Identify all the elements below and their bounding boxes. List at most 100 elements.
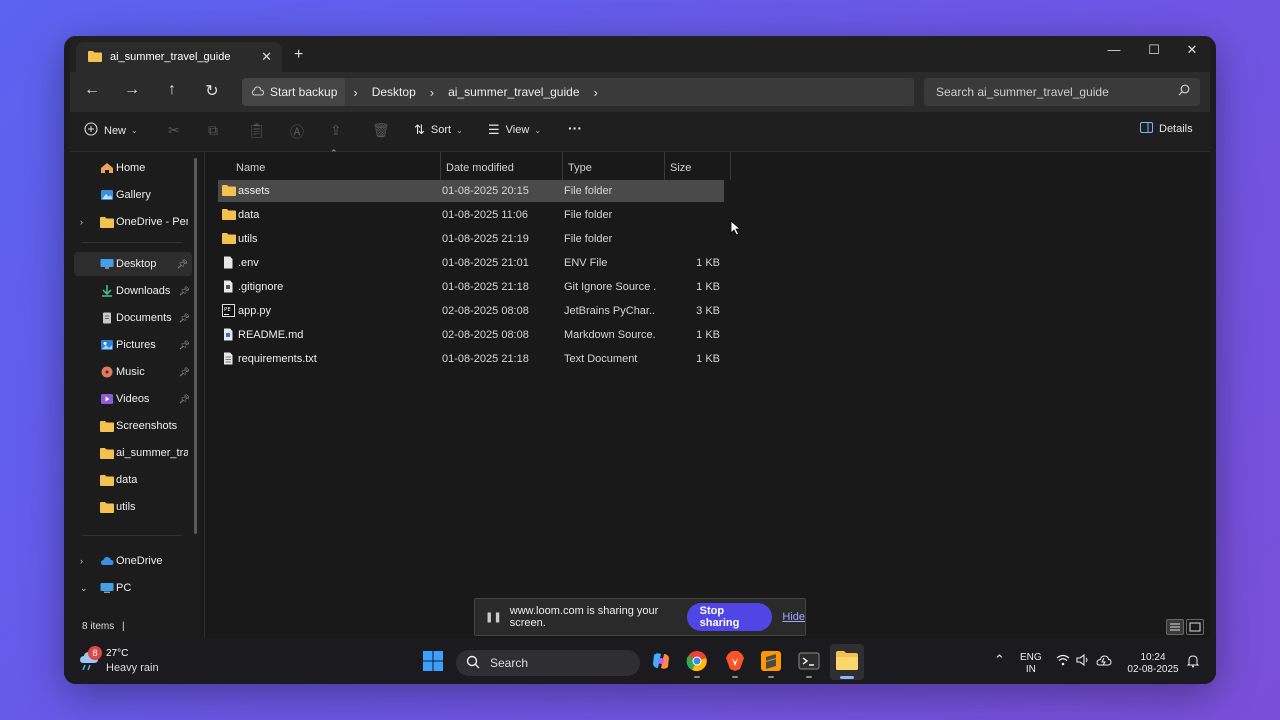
minimize-button[interactable]: —: [1104, 42, 1124, 57]
table-row[interactable]: assets 01-08-2025 20:15 File folder: [218, 180, 724, 202]
details-button[interactable]: Details: [1140, 122, 1193, 136]
sidebar-item-gallery[interactable]: Gallery: [70, 183, 194, 207]
new-tab-button[interactable]: +: [294, 46, 303, 64]
up-arrow-icon[interactable]: ↑: [160, 81, 184, 99]
chevron-right-icon[interactable]: ›: [80, 556, 83, 566]
column-header-date[interactable]: Date modified: [446, 156, 514, 180]
paste-icon[interactable]: 📋︎: [248, 122, 266, 139]
file-type: File folder: [564, 185, 613, 197]
running-indicator: [768, 676, 774, 678]
folder-icon: [222, 184, 236, 199]
chrome-app-icon[interactable]: [686, 650, 708, 678]
start-backup-button[interactable]: Start backup: [242, 78, 346, 106]
maximize-button[interactable]: ☐: [1144, 42, 1164, 58]
sidebar-item-music[interactable]: Music 📌︎: [70, 360, 194, 384]
volume-icon[interactable]: [1076, 653, 1090, 670]
rename-icon[interactable]: Ⓐ: [290, 122, 304, 142]
tab-close-icon[interactable]: ✕: [261, 49, 272, 65]
forward-arrow-icon[interactable]: →: [120, 81, 144, 99]
notification-bell-icon[interactable]: [1186, 654, 1200, 672]
sidebar-item-pictures[interactable]: Pictures 📌︎: [70, 333, 194, 357]
back-arrow-icon[interactable]: ←: [80, 81, 104, 99]
cut-icon[interactable]: ✂: [168, 122, 180, 139]
hide-banner-link[interactable]: Hide: [782, 611, 805, 623]
details-view-icon[interactable]: [1166, 619, 1184, 635]
column-separator[interactable]: [440, 152, 441, 180]
wifi-icon[interactable]: [1056, 654, 1070, 670]
clock[interactable]: 10:24 02-08-2025: [1124, 652, 1182, 676]
details-label: Details: [1159, 123, 1193, 135]
file-type: Text Document: [564, 353, 638, 365]
chevron-down-icon[interactable]: ⌄: [80, 583, 88, 594]
sidebar-item-screenshots[interactable]: Screenshots: [70, 414, 194, 438]
terminal-app-icon[interactable]: [798, 650, 820, 678]
copy-icon[interactable]: ⧉: [208, 122, 218, 139]
weather-temp: 27°C: [106, 648, 129, 659]
table-row[interactable]: PE app.py 02-08-2025 08:08 JetBrains PyC…: [218, 300, 724, 322]
table-row[interactable]: README.md 02-08-2025 08:08 Markdown Sour…: [218, 324, 724, 346]
start-button[interactable]: [422, 650, 444, 677]
pane-divider[interactable]: [204, 152, 205, 638]
pin-icon: 📌︎: [178, 285, 190, 296]
close-window-button[interactable]: ✕: [1182, 42, 1202, 58]
column-separator[interactable]: [562, 152, 563, 180]
active-indicator: [840, 676, 854, 679]
view-button[interactable]: ☰ View ⌄: [488, 122, 541, 138]
breadcrumb[interactable]: Start backup › Desktop › ai_summer_trave…: [242, 78, 914, 106]
sidebar-item-videos[interactable]: Videos 📌︎: [70, 387, 194, 411]
file-type: Git Ignore Source ...: [564, 281, 656, 293]
table-row[interactable]: utils 01-08-2025 21:19 File folder: [218, 228, 724, 250]
brave-app-icon[interactable]: [724, 650, 746, 678]
folder-icon: [100, 216, 114, 228]
tiles-view-icon[interactable]: [1186, 619, 1204, 635]
column-separator[interactable]: [664, 152, 665, 180]
file-name: data: [238, 209, 260, 221]
column-header-name[interactable]: Name: [236, 156, 265, 180]
table-row[interactable]: requirements.txt 01-08-2025 21:18 Text D…: [218, 348, 724, 370]
sidebar-item-onedrive-personal[interactable]: › OneDrive - Personal: [70, 210, 194, 234]
show-hidden-icons-chevron-icon[interactable]: ⌃: [994, 653, 1005, 666]
breadcrumb-ai-summer-travel-guide[interactable]: ai_summer_travel_guide: [442, 85, 585, 99]
sidebar-item-onedrive[interactable]: › OneDrive: [70, 549, 194, 573]
more-options-icon[interactable]: ···: [568, 120, 582, 136]
sort-button[interactable]: ⇅ Sort ⌄: [414, 122, 463, 138]
file-explorer-app-icon[interactable]: [830, 644, 864, 680]
delete-icon[interactable]: 🗑︎: [372, 122, 390, 139]
battery-cloud-icon[interactable]: [1096, 653, 1112, 671]
breadcrumb-desktop[interactable]: Desktop: [366, 85, 422, 99]
sidebar-item-pc[interactable]: ⌄ PC: [70, 576, 194, 600]
sidebar-item-downloads[interactable]: Downloads 📌︎: [70, 279, 194, 303]
share-icon[interactable]: ⇪: [330, 122, 342, 139]
search-icon: [1178, 84, 1190, 99]
table-row[interactable]: data 01-08-2025 11:06 File folder: [218, 204, 724, 226]
chevron-right-icon[interactable]: ›: [80, 217, 83, 227]
file-type: ENV File: [564, 257, 608, 269]
new-button[interactable]: New ⌄: [84, 122, 138, 139]
taskbar-search[interactable]: Search: [456, 650, 640, 676]
refresh-icon[interactable]: ↻: [200, 81, 224, 101]
column-separator[interactable]: [730, 152, 731, 180]
language-indicator[interactable]: ENG IN: [1020, 652, 1042, 676]
search-input[interactable]: Search ai_summer_travel_guide: [924, 78, 1200, 106]
sidebar-item-ai-summer-travel-guide[interactable]: ai_summer_travel_guide: [70, 441, 194, 465]
stop-sharing-button[interactable]: Stop sharing: [686, 603, 773, 631]
sidebar-scrollbar[interactable]: [194, 158, 197, 534]
weather-widget[interactable]: 8 27°C Heavy rain: [78, 646, 178, 678]
column-header-size[interactable]: Size: [670, 156, 691, 180]
tab-ai-summer-travel-guide[interactable]: ai_summer_travel_guide ✕: [76, 42, 282, 72]
table-row[interactable]: .gitignore 01-08-2025 21:18 Git Ignore S…: [218, 276, 724, 298]
column-header-type[interactable]: Type: [568, 156, 592, 180]
sidebar-item-utils[interactable]: utils: [70, 495, 194, 519]
sidebar-item-documents[interactable]: Documents 📌︎: [70, 306, 194, 330]
sidebar-item-home[interactable]: Home: [70, 156, 194, 180]
sidebar-divider: [82, 242, 182, 243]
table-row[interactable]: .env 01-08-2025 21:01 ENV File 1 KB: [218, 252, 724, 274]
sidebar-item-desktop[interactable]: Desktop 📌︎: [74, 252, 192, 276]
taskbar: 8 27°C Heavy rain Search ⌃ ENG IN 10:24 …: [64, 640, 1216, 684]
sidebar-item-data[interactable]: data: [70, 468, 194, 492]
sharing-message: www.loom.com is sharing your screen.: [509, 605, 659, 629]
pause-icon[interactable]: ❚❚: [485, 612, 502, 623]
desktop-icon: [100, 258, 114, 270]
sublime-text-app-icon[interactable]: [760, 650, 782, 678]
copilot-app-icon[interactable]: [650, 650, 672, 677]
